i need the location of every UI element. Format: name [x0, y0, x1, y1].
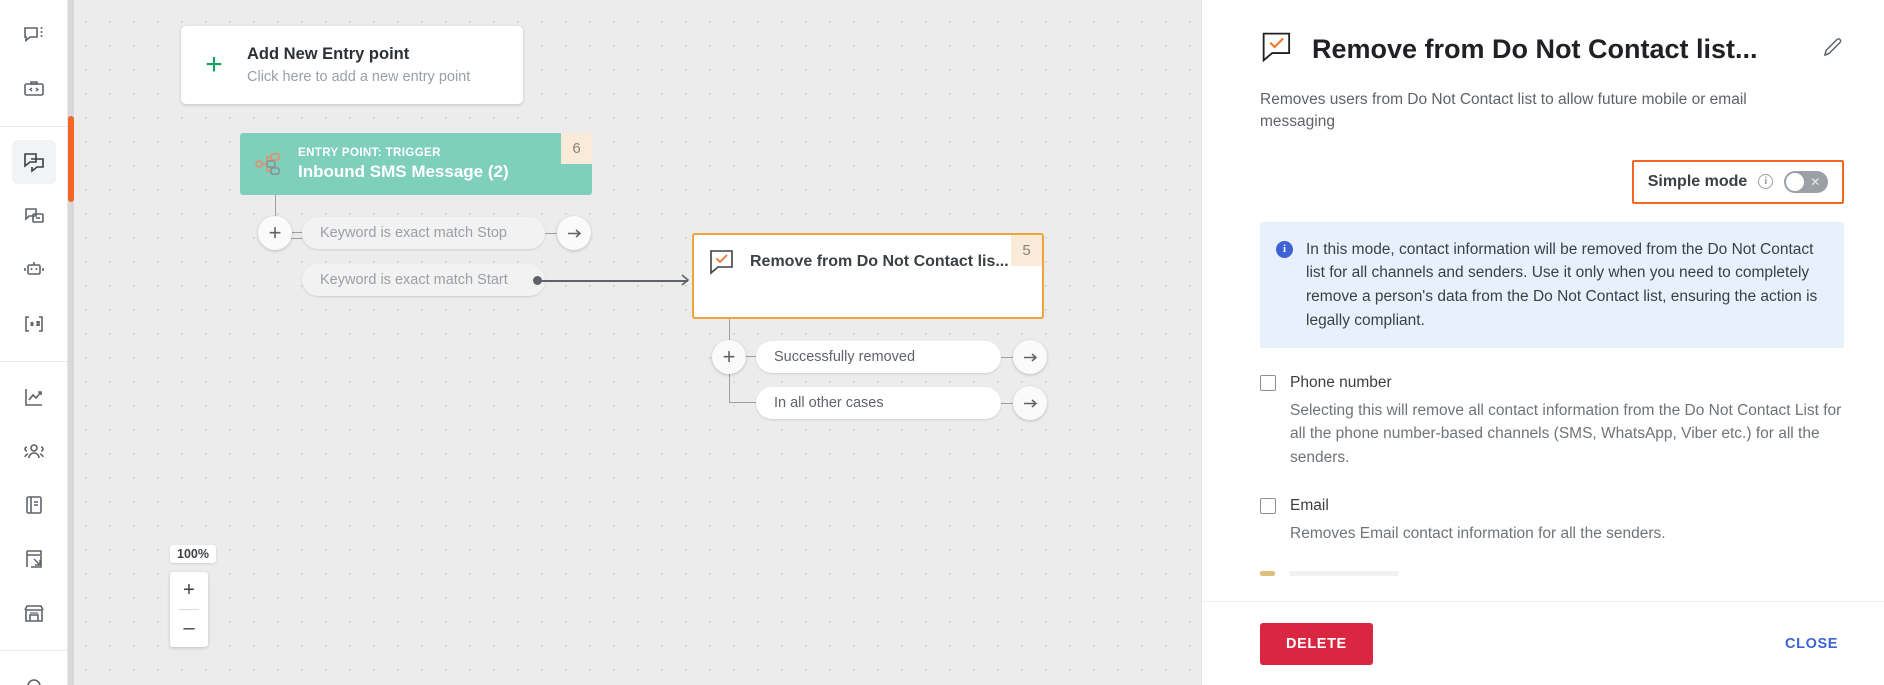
add-entry-title: Add New Entry point — [247, 45, 410, 63]
canvas-scrollbar[interactable] — [68, 0, 74, 685]
trigger-title: Inbound SMS Message (2) — [298, 161, 509, 181]
add-new-entry-point-card[interactable]: + Add New Entry point Click here to add … — [181, 26, 523, 104]
action-node-badge: 5 — [1011, 235, 1042, 266]
branch-pill-all-other-cases[interactable]: In all other cases — [756, 387, 1001, 419]
chat-menu-icon[interactable] — [12, 13, 56, 57]
templates-icon[interactable] — [12, 194, 56, 238]
content-icon[interactable] — [12, 483, 56, 527]
add-branch-button-action[interactable]: + — [712, 340, 746, 374]
flow-canvas[interactable]: + Add New Entry point Click here to add … — [68, 0, 1201, 685]
branch-arrow-button-success[interactable] — [1013, 340, 1047, 374]
option-label: Phone number — [1290, 374, 1392, 392]
info-banner-text: In this mode, contact information will b… — [1306, 240, 1818, 329]
clipped-next-option — [1260, 571, 1844, 577]
toggle-knob — [1786, 172, 1805, 191]
connector-line — [545, 233, 557, 234]
variables-icon[interactable] — [12, 302, 56, 346]
app-root: + Add New Entry point Click here to add … — [0, 0, 1884, 685]
canvas-scrollbar-thumb[interactable] — [68, 116, 74, 202]
pencil-icon[interactable] — [1822, 36, 1844, 63]
add-entry-subtitle: Click here to add a new entry point — [247, 69, 471, 85]
clipped-marker-icon — [1260, 571, 1275, 577]
connector-line — [1001, 403, 1013, 404]
panel-header: Remove from Do Not Contact list... — [1260, 30, 1844, 69]
option-phone-number: Phone number Selecting this will remove … — [1260, 374, 1844, 469]
simple-mode-toggle[interactable]: ✕ — [1784, 170, 1829, 193]
info-banner: i In this mode, contact information will… — [1260, 221, 1844, 349]
option-row[interactable]: Email — [1260, 497, 1844, 515]
action-node-remove-from-dnc[interactable]: Remove from Do Not Contact lis... 5 — [692, 233, 1044, 319]
bot-icon[interactable] — [12, 248, 56, 292]
rail-group-3 — [0, 361, 67, 650]
zoom-level-label: 100% — [170, 545, 216, 563]
add-branch-button-trigger[interactable]: + — [258, 216, 292, 250]
simple-mode-label: Simple mode — [1647, 172, 1748, 190]
options-group: Phone number Selecting this will remove … — [1260, 374, 1844, 577]
connector-line — [1001, 357, 1013, 358]
option-row[interactable]: Phone number — [1260, 374, 1844, 392]
connector-line — [729, 402, 756, 403]
toggle-off-mark: ✕ — [1810, 174, 1821, 189]
info-icon[interactable]: i — [1758, 174, 1774, 190]
option-description: Removes Email contact information for al… — [1290, 524, 1666, 542]
plus-icon: + — [205, 48, 223, 81]
dnc-check-bubble-icon — [694, 248, 750, 276]
pages-icon[interactable] — [12, 537, 56, 581]
trigger-kicker: ENTRY POINT: TRIGGER — [298, 146, 441, 159]
zoom-controls: + – — [170, 572, 208, 647]
trigger-node-badge: 6 — [561, 133, 592, 164]
simple-mode-control[interactable]: Simple mode i ✕ — [1632, 159, 1844, 204]
page-title: Remove from Do Not Contact list... — [1312, 34, 1758, 64]
action-node-title: Remove from Do Not Contact lis... — [750, 253, 1009, 270]
zoom-in-button[interactable]: + — [170, 572, 208, 609]
panel-description: Removes users from Do Not Contact list t… — [1260, 91, 1747, 131]
sidebar-item-flows[interactable] — [11, 140, 56, 184]
trigger-texts: ENTRY POINT: TRIGGER Inbound SMS Message… — [298, 147, 509, 182]
connector-dot — [533, 276, 542, 285]
dnc-check-bubble-icon — [1260, 30, 1294, 69]
trigger-flow-icon — [240, 151, 298, 177]
rail-group-2 — [0, 126, 67, 361]
audience-icon[interactable] — [12, 429, 56, 473]
close-button[interactable]: CLOSE — [1779, 626, 1844, 662]
notifications-bell-icon[interactable] — [12, 664, 56, 685]
branch-arrow-button-stop[interactable] — [557, 216, 591, 250]
delete-button[interactable]: DELETE — [1260, 622, 1373, 665]
option-description: Selecting this will remove all contact i… — [1290, 402, 1842, 466]
option-label: Email — [1290, 496, 1329, 514]
branch-arrow-button-other[interactable] — [1013, 386, 1047, 420]
left-icon-rail — [0, 0, 68, 685]
branch-pill-keyword-stop[interactable]: Keyword is exact match Stop — [302, 217, 545, 249]
zoom-out-button[interactable]: – — [170, 610, 208, 647]
clipped-label-placeholder — [1289, 571, 1399, 577]
rail-group-1 — [0, 0, 67, 126]
option-email: Email Removes Email contact information … — [1260, 497, 1844, 545]
action-settings-panel: Remove from Do Not Contact list... Remov… — [1201, 0, 1884, 685]
branch-pill-successfully-removed[interactable]: Successfully removed — [756, 341, 1001, 373]
code-toolbox-icon[interactable] — [12, 67, 56, 111]
storefront-icon[interactable] — [12, 591, 56, 635]
action-node-row: Remove from Do Not Contact lis... — [694, 235, 1042, 276]
analytics-icon[interactable] — [12, 375, 56, 419]
branch-pill-keyword-start[interactable]: Keyword is exact match Start — [302, 264, 545, 296]
info-icon: i — [1276, 240, 1293, 258]
checkbox-phone-number[interactable] — [1260, 375, 1276, 392]
connector-edge — [536, 280, 688, 282]
rail-group-4 — [0, 650, 67, 685]
checkbox-email[interactable] — [1260, 497, 1276, 514]
entry-point-trigger-node[interactable]: ENTRY POINT: TRIGGER Inbound SMS Message… — [240, 133, 592, 195]
panel-body: Remove from Do Not Contact list... Remov… — [1202, 0, 1884, 601]
panel-footer: DELETE CLOSE — [1202, 601, 1884, 685]
add-entry-texts: Add New Entry point Click here to add a … — [247, 45, 470, 85]
